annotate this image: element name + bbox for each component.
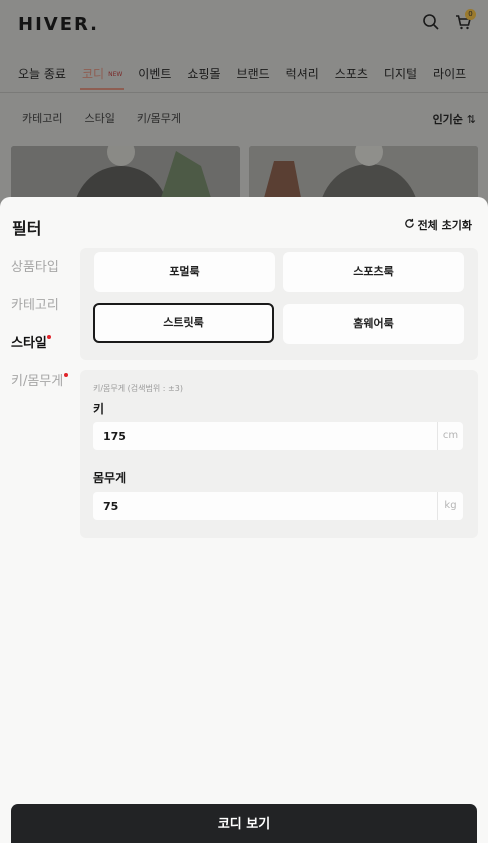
height-unit: cm xyxy=(437,422,463,450)
nav-item-life[interactable]: 라이프 xyxy=(433,65,466,82)
height-field[interactable]: 175 cm xyxy=(93,422,463,450)
refresh-icon xyxy=(404,218,415,232)
height-label: 키 xyxy=(93,402,105,416)
sidebar-item-label: 상품타입 xyxy=(11,260,59,275)
filter-title: 필터 xyxy=(12,219,42,238)
size-hint: 키/몸무게 (검색범위 : ±3) xyxy=(93,384,183,393)
sort-button[interactable]: 인기순 ⇅ xyxy=(433,111,476,127)
active-dot xyxy=(64,373,68,377)
product-thumbnail[interactable] xyxy=(249,146,478,198)
sidebar-item-product-type[interactable]: 상품타입 xyxy=(0,253,80,291)
nav-item-event[interactable]: 이벤트 xyxy=(138,65,171,82)
filter-sidebar: 상품타입 카테고리 스타일 키/몸무게 xyxy=(0,253,80,405)
sidebar-item-height-weight[interactable]: 키/몸무게 xyxy=(0,367,80,405)
nav-item-brand[interactable]: 브랜드 xyxy=(237,65,270,82)
reset-label: 전체 초기화 xyxy=(417,219,472,232)
subnav-height-weight[interactable]: 키/몸무게 xyxy=(137,110,181,126)
sidebar-item-category[interactable]: 카테고리 xyxy=(0,291,80,329)
style-option-street[interactable]: 스트릿룩 xyxy=(93,303,274,343)
search-icon[interactable] xyxy=(422,13,440,35)
sort-label: 인기순 xyxy=(432,113,463,126)
top-icons: 0 xyxy=(422,9,476,35)
reset-all-button[interactable]: 전체 초기화 xyxy=(404,217,472,233)
main-nav: 오늘 종료 코디 NEW 이벤트 쇼핑몰 브랜드 럭셔리 스포츠 디지털 라이프 xyxy=(0,56,488,90)
style-option-homewear[interactable]: 홈웨어룩 xyxy=(283,304,464,344)
sidebar-item-label: 카테고리 xyxy=(11,298,59,313)
nav-item-digital[interactable]: 디지털 xyxy=(384,65,417,82)
nav-item-luxury[interactable]: 럭셔리 xyxy=(286,65,319,82)
style-option-sports[interactable]: 스포츠룩 xyxy=(283,252,464,292)
nav-item-today-ending[interactable]: 오늘 종료 xyxy=(18,65,66,82)
nav-item-sports[interactable]: 스포츠 xyxy=(335,65,368,82)
height-value[interactable]: 175 xyxy=(93,430,437,443)
nav-divider xyxy=(0,92,488,93)
sidebar-item-style[interactable]: 스타일 xyxy=(0,329,80,367)
cart-badge: 0 xyxy=(465,9,476,20)
sidebar-item-label: 키/몸무게 xyxy=(11,374,64,389)
product-thumbnail[interactable] xyxy=(11,146,240,198)
logo: HIVER. xyxy=(18,13,100,35)
sort-icon: ⇅ xyxy=(466,113,476,126)
active-dot xyxy=(47,335,51,339)
subnav-style[interactable]: 스타일 xyxy=(84,110,114,126)
cart-icon[interactable]: 0 xyxy=(454,9,476,35)
height-weight-panel: 키/몸무게 (검색범위 : ±3) 키 175 cm 몸무게 75 kg xyxy=(80,370,478,538)
view-codi-button[interactable]: 코디 보기 xyxy=(11,804,477,843)
new-badge: NEW xyxy=(108,70,123,78)
weight-unit: kg xyxy=(437,492,463,520)
style-options-panel: 포멀룩 스포츠룩 스트릿룩 홈웨어룩 xyxy=(80,248,478,360)
weight-field[interactable]: 75 kg xyxy=(93,492,463,520)
style-option-formal[interactable]: 포멀룩 xyxy=(94,252,275,292)
nav-item-codi[interactable]: 코디 NEW xyxy=(79,65,125,90)
top-bar: HIVER. xyxy=(0,0,488,48)
nav-item-mall[interactable]: 쇼핑몰 xyxy=(187,65,220,82)
nav-item-label: 코디 xyxy=(81,66,105,81)
sub-nav: 카테고리 스타일 키/몸무게 xyxy=(0,104,488,132)
sidebar-item-label: 스타일 xyxy=(11,336,47,351)
filter-sheet: 필터 전체 초기화 상품타입 카테고리 스타일 키/몸무게 포멀룩 스포츠룩 스… xyxy=(0,197,488,843)
weight-label: 몸무게 xyxy=(93,471,127,485)
weight-value[interactable]: 75 xyxy=(93,500,437,513)
subnav-category[interactable]: 카테고리 xyxy=(22,110,62,126)
